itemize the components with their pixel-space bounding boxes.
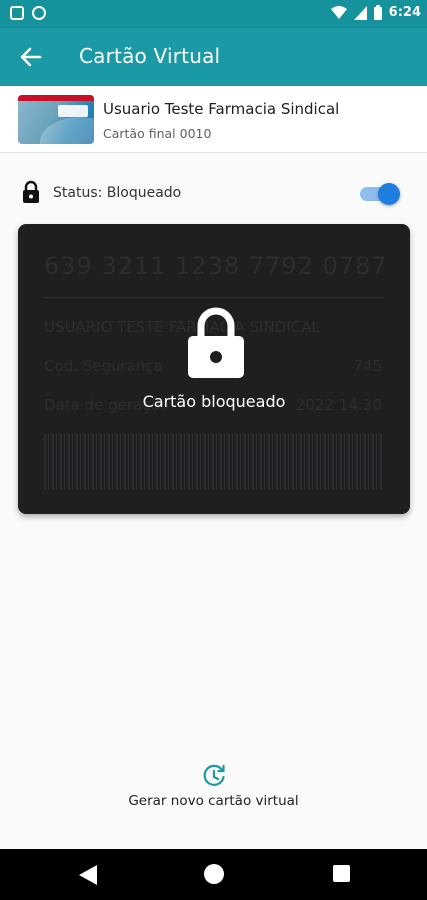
generate-new-card-label: Gerar novo cartão virtual: [128, 793, 299, 809]
card-thumbnail: [18, 95, 94, 144]
card-holder-name: Usuario Teste Farmacia Sindical: [103, 100, 340, 118]
card-summary: Usuario Teste Farmacia Sindical Cartão f…: [0, 86, 427, 153]
clock: 6:24: [388, 5, 421, 20]
nav-back-icon[interactable]: [77, 865, 99, 885]
card-holder: USUARIO TESTE FARMACIA SINDICAL: [44, 318, 320, 336]
card-divider: [44, 297, 384, 298]
battery-icon: [373, 5, 382, 20]
back-button[interactable]: [16, 43, 46, 71]
generate-new-card-button[interactable]: Gerar novo cartão virtual: [100, 762, 327, 814]
system-nav-bar: [0, 849, 427, 900]
app-toolbar: Cartão Virtual: [0, 28, 427, 86]
security-code-label: Cod. Segurança: [44, 357, 163, 375]
card-final-digits: Cartão final 0010: [103, 126, 212, 141]
circle-notification-icon: [32, 6, 46, 20]
page-title: Cartão Virtual: [79, 44, 221, 68]
signal-icon: [353, 5, 367, 20]
card-status-row: Status: Bloqueado: [0, 175, 427, 211]
refresh-clock-icon: [203, 764, 225, 786]
nav-recents-icon[interactable]: [333, 865, 350, 882]
blocked-message: Cartão bloqueado: [142, 392, 286, 411]
square-notification-icon: [10, 6, 24, 20]
block-card-toggle[interactable]: [360, 183, 400, 205]
security-code-value: 745: [353, 357, 382, 375]
barcode: [44, 434, 384, 490]
wifi-icon: [330, 5, 347, 19]
app-screen: 6:24 Cartão Virtual Usuario Teste Farmac…: [0, 0, 427, 900]
status-bar-system: 6:24: [330, 5, 421, 20]
arrow-back-icon: [20, 47, 42, 67]
nav-home-icon[interactable]: [204, 864, 224, 884]
virtual-card: 639 3211 1238 7792 0787 USUARIO TESTE FA…: [18, 224, 410, 514]
lock-icon: [23, 180, 39, 203]
status-bar: 6:24: [0, 0, 427, 28]
card-number: 639 3211 1238 7792 0787: [44, 252, 388, 280]
card-status-label: Status: Bloqueado: [53, 185, 182, 201]
status-bar-notifications: [10, 6, 46, 20]
padlock-icon: [188, 307, 244, 378]
